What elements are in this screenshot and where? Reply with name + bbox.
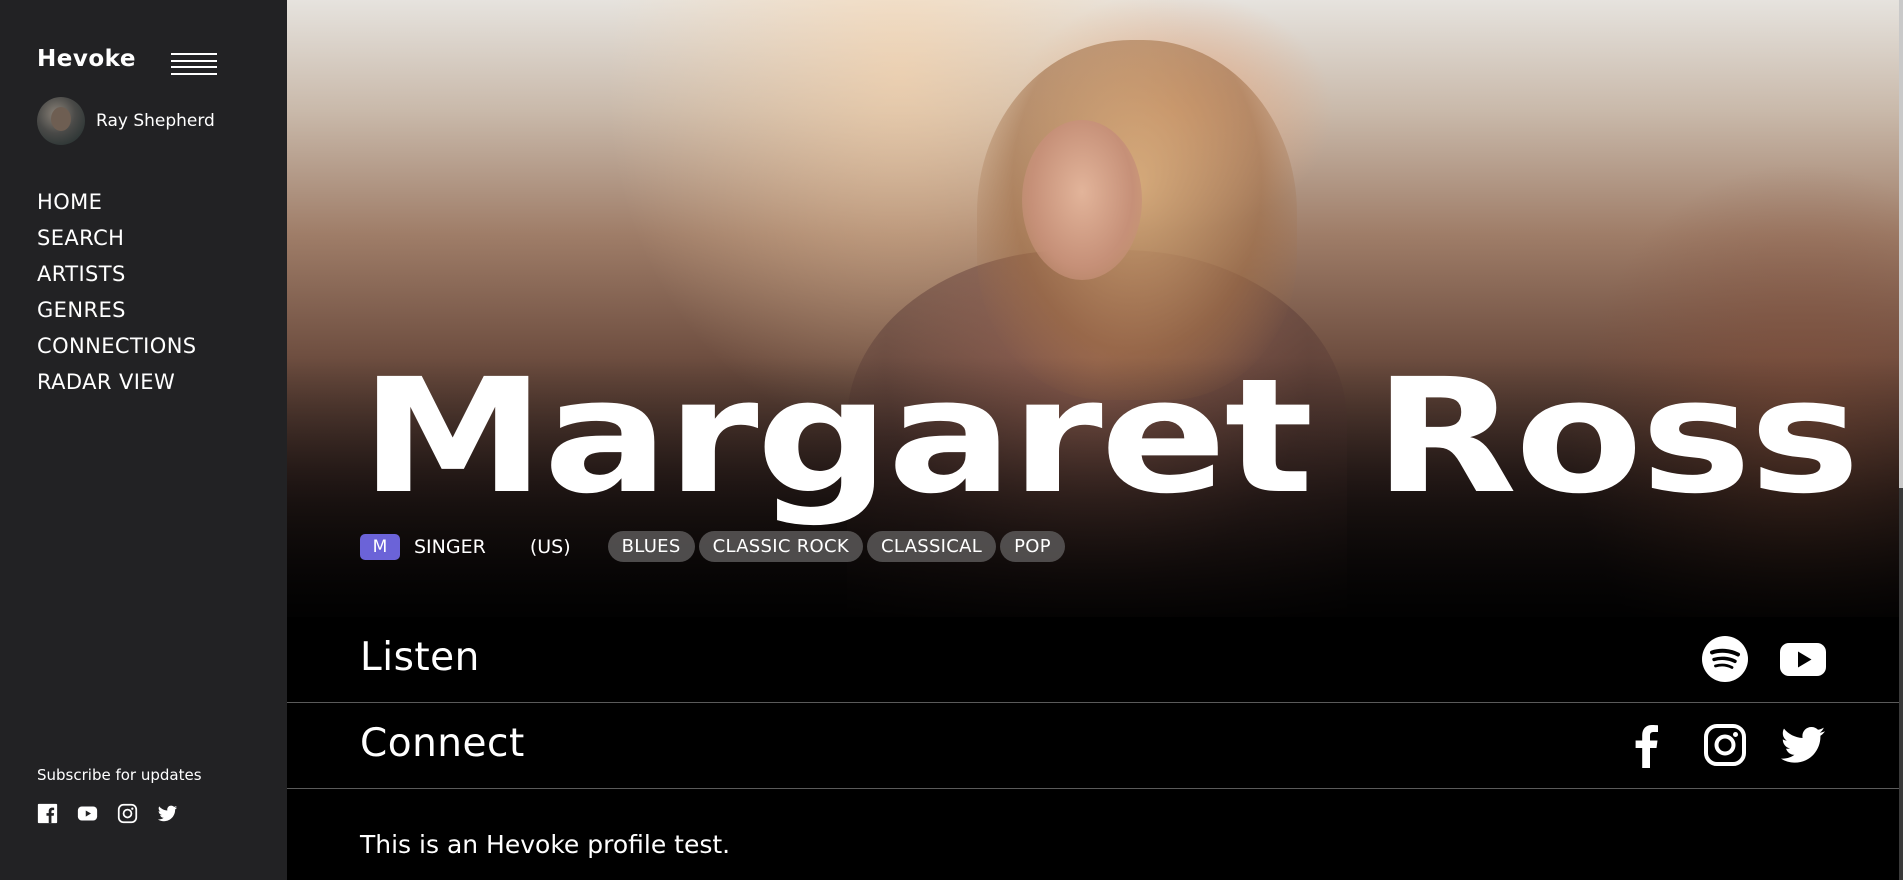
main-nav: HOME SEARCH ARTISTS GENRES CONNECTIONS R…	[37, 184, 197, 400]
nav-item-radar-view[interactable]: RADAR VIEW	[37, 364, 197, 400]
artist-description: This is an Hevoke profile test.	[360, 830, 731, 859]
connect-section: Connect	[287, 702, 1899, 789]
listen-title: Listen	[360, 635, 480, 680]
listen-section: Listen	[287, 616, 1899, 703]
genre-tag-pop[interactable]: POP	[1000, 531, 1065, 562]
artist-country: (US)	[529, 535, 571, 558]
nav-item-home[interactable]: HOME	[37, 184, 197, 220]
nav-item-artists[interactable]: ARTISTS	[37, 256, 197, 292]
sidebar-social-links	[37, 803, 178, 824]
connect-links	[1623, 721, 1827, 769]
nav-item-connections[interactable]: CONNECTIONS	[37, 328, 197, 364]
artist-name: Margaret Ross	[360, 345, 1860, 529]
connect-title: Connect	[360, 721, 525, 766]
genre-tag-classical[interactable]: CLASSICAL	[867, 531, 997, 562]
user-profile[interactable]: Ray Shepherd	[37, 97, 215, 145]
subscribe-label: Subscribe for updates	[37, 766, 202, 784]
instagram-icon[interactable]	[1701, 721, 1749, 769]
artist-role: SINGER	[414, 535, 486, 558]
artist-meta: M SINGER (US) BLUES CLASSIC ROCK CLASSIC…	[360, 531, 1065, 562]
nav-item-genres[interactable]: GENRES	[37, 292, 197, 328]
hamburger-menu-icon[interactable]	[171, 53, 217, 75]
instagram-icon[interactable]	[117, 803, 138, 824]
twitter-icon[interactable]	[1779, 721, 1827, 769]
facebook-icon[interactable]	[37, 803, 58, 824]
genre-tags: BLUES CLASSIC ROCK CLASSICAL POP	[607, 531, 1065, 562]
page-scrollbar[interactable]	[1899, 0, 1903, 880]
genre-tag-blues[interactable]: BLUES	[607, 531, 695, 562]
nav-item-search[interactable]: SEARCH	[37, 220, 197, 256]
user-name: Ray Shepherd	[96, 111, 215, 131]
logo[interactable]: Hevoke	[37, 46, 136, 72]
youtube-icon[interactable]	[1779, 635, 1827, 683]
artist-badge: M	[360, 533, 400, 560]
scrollbar-thumb[interactable]	[1899, 0, 1903, 488]
twitter-icon[interactable]	[157, 803, 178, 824]
spotify-icon[interactable]	[1701, 635, 1749, 683]
genre-tag-classic-rock[interactable]: CLASSIC ROCK	[698, 531, 863, 562]
avatar	[37, 97, 85, 145]
youtube-icon[interactable]	[77, 803, 98, 824]
sidebar: Hevoke Ray Shepherd HOME SEARCH ARTISTS …	[0, 0, 287, 880]
listen-links	[1701, 635, 1827, 683]
facebook-icon[interactable]	[1623, 721, 1671, 769]
